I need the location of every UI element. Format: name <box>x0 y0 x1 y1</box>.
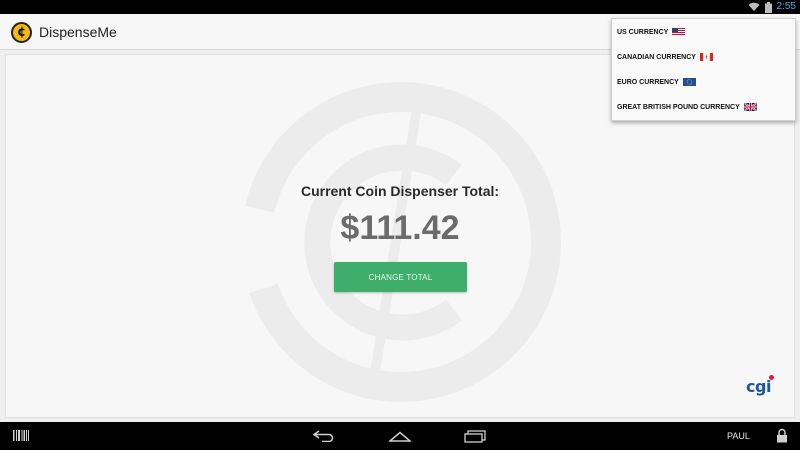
total-amount: $111.42 <box>340 209 460 247</box>
wifi-icon <box>748 2 760 11</box>
back-icon[interactable] <box>313 430 335 442</box>
menu-item-us-currency[interactable]: US CURRENCY <box>617 24 686 40</box>
android-screen: 2:55 ¢ DispenseMe Current Coin Dispenser… <box>0 0 800 450</box>
status-indicators: 2:55 <box>748 1 796 13</box>
menu-item-canadian-currency[interactable]: CANADIAN CURRENCY <box>617 49 713 65</box>
status-time: 2:55 <box>776 1 796 12</box>
menu-item-label: EURO CURRENCY <box>617 78 679 86</box>
canada-flag-icon <box>699 53 713 61</box>
menu-item-gbp-currency[interactable]: GREAT BRITISH POUND CURRENCY <box>617 99 757 115</box>
eu-flag-icon <box>682 78 696 86</box>
recent-apps-icon[interactable] <box>464 430 486 443</box>
total-label: Current Coin Dispenser Total: <box>300 183 500 199</box>
uk-flag-icon <box>743 103 757 111</box>
menu-item-euro-currency[interactable]: EURO CURRENCY <box>617 74 696 90</box>
status-bar: 2:55 <box>0 0 800 14</box>
app-logo-icon[interactable]: ¢ <box>11 22 32 43</box>
system-nav-bar: PAUL <box>0 422 800 450</box>
menu-item-label: US CURRENCY <box>617 28 669 36</box>
home-icon[interactable] <box>389 431 411 442</box>
cgi-logo: cgi <box>746 377 771 396</box>
battery-icon <box>764 1 772 13</box>
menu-item-label: GREAT BRITISH POUND CURRENCY <box>617 103 740 111</box>
barcode-icon[interactable] <box>13 430 29 441</box>
app-logo-symbol: ¢ <box>16 25 27 40</box>
app-title: DispenseMe <box>39 24 117 40</box>
change-total-button[interactable]: CHANGE TOTAL <box>334 262 467 292</box>
currency-menu: US CURRENCY CANADIAN CURRENCY EURO CURRE… <box>611 18 796 121</box>
nav-user-name: PAUL <box>727 431 750 441</box>
cgi-logo-dot-icon <box>769 375 774 380</box>
us-flag-icon <box>672 28 686 36</box>
lock-icon[interactable] <box>776 428 788 443</box>
menu-item-label: CANADIAN CURRENCY <box>617 53 696 61</box>
